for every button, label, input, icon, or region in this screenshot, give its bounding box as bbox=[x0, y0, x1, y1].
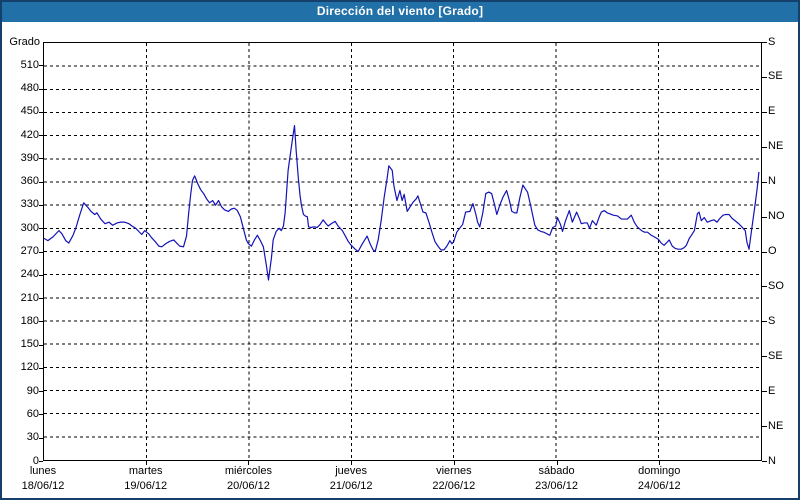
y-axis-left-tick-mark bbox=[39, 344, 43, 346]
day-date: 22/06/12 bbox=[432, 480, 476, 492]
y-axis-left-tick-mark bbox=[39, 367, 43, 369]
y-axis-left-tick-label: 300 bbox=[20, 221, 39, 234]
day-name: sábado bbox=[538, 465, 575, 477]
y-axis-right-tick-label: SE bbox=[768, 349, 783, 362]
x-axis-tick-mark bbox=[556, 461, 558, 465]
y-axis-left-tick-mark bbox=[39, 204, 43, 206]
day-date: 18/06/12 bbox=[21, 480, 65, 492]
y-axis-right-tick-label: N bbox=[768, 175, 776, 188]
y-axis-left-tick-label: 360 bbox=[20, 175, 39, 188]
y-axis-right-tick-mark bbox=[762, 321, 767, 323]
y-axis-left-tick-label: 30 bbox=[26, 431, 39, 444]
y-axis-right-tick-label: E bbox=[768, 105, 776, 118]
x-axis-tick-mark bbox=[351, 461, 353, 465]
y-axis-right-tick-mark bbox=[762, 356, 767, 358]
x-axis-tick-mark bbox=[453, 461, 455, 465]
day-date: 19/06/12 bbox=[124, 480, 168, 492]
day-name: viernes bbox=[436, 465, 472, 477]
y-axis-left-tick-mark bbox=[39, 437, 43, 439]
y-axis-left-tick-mark bbox=[39, 321, 43, 323]
y-axis-left-tick-label: 120 bbox=[20, 361, 39, 374]
day-date: 23/06/12 bbox=[535, 480, 578, 492]
x-axis-tick-mark bbox=[145, 461, 147, 465]
y-axis-left-tick-mark bbox=[39, 111, 43, 113]
y-axis-left-tick-mark bbox=[39, 181, 43, 183]
y-axis-left-tick-mark bbox=[39, 88, 43, 90]
wind-direction-line bbox=[44, 125, 760, 281]
x-axis-tick-mark bbox=[248, 461, 250, 465]
y-axis-left-tick-label: 60 bbox=[26, 407, 39, 420]
y-axis-left-tick-label: 390 bbox=[20, 151, 39, 164]
y-axis-left-tick-mark bbox=[39, 65, 43, 67]
day-date: 24/06/12 bbox=[637, 480, 681, 492]
x-axis-tick-mark bbox=[659, 461, 661, 465]
day-date: 21/06/12 bbox=[329, 480, 373, 492]
day-date: 20/06/12 bbox=[227, 480, 270, 492]
y-axis-right-tick-mark bbox=[762, 76, 767, 78]
y-axis-right-tick-label: SE bbox=[768, 70, 783, 83]
y-axis-right-tick-mark bbox=[762, 111, 767, 113]
y-axis-right-tick-mark bbox=[762, 461, 767, 462]
y-axis-right-tick-mark bbox=[762, 216, 767, 218]
wind-direction-chart-window: Dirección del viento [Grado] Grado 0 30 60… bbox=[0, 0, 800, 500]
y-axis-right-tick-mark bbox=[762, 251, 767, 253]
y-axis-right-tick-mark bbox=[762, 286, 767, 288]
y-axis-right-tick-label: SO bbox=[768, 279, 784, 292]
y-axis-right-tick-mark bbox=[762, 146, 767, 148]
y-axis-right-tick-mark bbox=[762, 42, 767, 43]
day-name: jueves bbox=[335, 465, 368, 477]
y-axis-right-tick-mark bbox=[762, 426, 767, 428]
plot-svg bbox=[44, 43, 761, 460]
x-axis-day-label: martes 19/06/12 bbox=[91, 464, 201, 494]
x-axis-day-label: miércoles 20/06/12 bbox=[193, 464, 303, 494]
y-axis-left-tick-mark bbox=[39, 391, 43, 393]
y-axis-left-tick-label: 180 bbox=[20, 314, 39, 327]
x-axis-day-label: lunes 18/06/12 bbox=[0, 464, 98, 494]
y-axis-left-tick-label: 330 bbox=[20, 198, 39, 211]
day-name: martes bbox=[128, 465, 163, 477]
y-axis-left-tick-label: 210 bbox=[20, 291, 39, 304]
y-axis-right-tick-label: S bbox=[768, 314, 776, 327]
y-axis-left-tick-label: 420 bbox=[20, 128, 39, 141]
y-axis-left-tick-mark bbox=[39, 228, 43, 230]
day-name: domingo bbox=[638, 465, 681, 477]
title-bar: Dirección del viento [Grado] bbox=[0, 0, 800, 22]
y-axis-unit-label: Grado bbox=[9, 36, 40, 48]
y-axis-left-tick-label: 240 bbox=[20, 268, 39, 281]
day-name: miércoles bbox=[224, 465, 272, 477]
y-axis-left-tick-label: 90 bbox=[26, 384, 39, 397]
day-name: lunes bbox=[29, 465, 57, 477]
y-axis-left-tick-label: 450 bbox=[20, 105, 39, 118]
y-axis-left-tick-mark bbox=[39, 414, 43, 416]
page-title: Dirección del viento [Grado] bbox=[316, 4, 484, 18]
y-axis-right-tick-label: O bbox=[768, 245, 777, 257]
y-axis-left-tick-mark bbox=[39, 298, 43, 300]
y-axis-left-tick-label: 480 bbox=[20, 82, 39, 95]
y-axis-right-tick-label: NE bbox=[768, 419, 784, 432]
y-axis-right-tick-mark bbox=[762, 181, 767, 183]
x-axis-day-label: sábado 23/06/12 bbox=[502, 464, 612, 494]
y-axis-left-tick-mark bbox=[39, 135, 43, 137]
y-axis-right-tick-label: NE bbox=[768, 140, 784, 153]
y-axis-right-tick-label: NO bbox=[768, 210, 785, 223]
y-axis-left-tick-label: 270 bbox=[20, 245, 39, 257]
y-axis-right-tick-mark bbox=[762, 391, 767, 393]
x-axis-day-label: jueves 21/06/12 bbox=[296, 464, 406, 494]
y-axis-left-tick-label: 510 bbox=[20, 58, 39, 71]
plot-area bbox=[43, 42, 762, 461]
x-axis-day-label: viernes 22/06/12 bbox=[399, 464, 509, 494]
x-axis-day-label: domingo 24/06/12 bbox=[604, 464, 714, 494]
y-axis-left-tick-mark bbox=[39, 274, 43, 276]
y-axis-right-tick-label: N bbox=[768, 454, 776, 467]
y-axis-left-tick-mark bbox=[39, 461, 43, 462]
y-axis-right-tick-label: S bbox=[768, 35, 776, 48]
y-axis-left-tick-mark bbox=[39, 158, 43, 160]
y-axis-left-tick-mark bbox=[39, 251, 43, 253]
y-axis-left-tick-label: 150 bbox=[20, 338, 39, 351]
y-axis-right-tick-label: E bbox=[768, 384, 776, 397]
